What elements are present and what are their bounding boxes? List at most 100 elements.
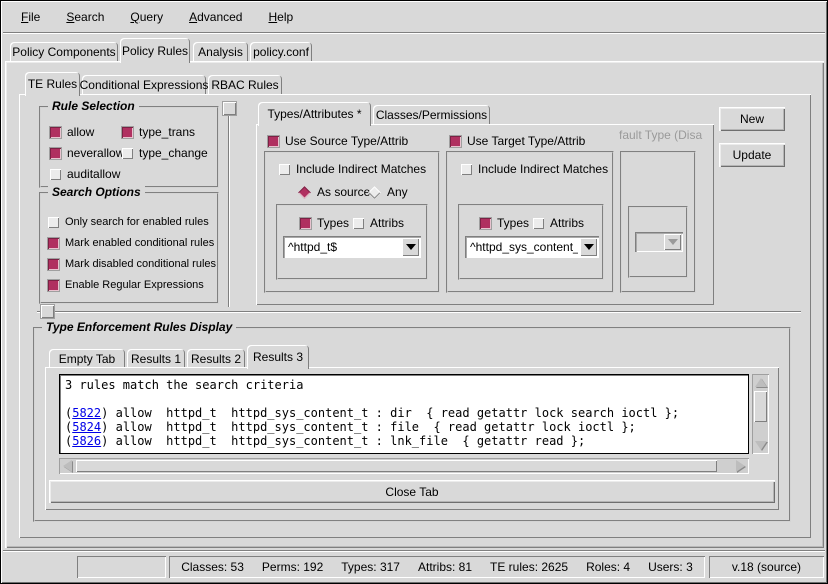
menu-query[interactable]: Query: [130, 10, 163, 24]
results-pane: 3 rules match the search criteria (5822)…: [45, 367, 779, 510]
checkbox-source-types[interactable]: Types: [300, 216, 349, 230]
tab-label: Classes/Permissions: [376, 108, 487, 122]
checkbox-indicator: [48, 259, 59, 270]
checkbox-label: Only search for enabled rules: [65, 216, 209, 228]
target-type-combobox[interactable]: ^httpd_sys_content_t$: [465, 236, 599, 258]
results-tab-results-1[interactable]: Results 1: [127, 349, 185, 369]
stat-users: Users: 3: [648, 560, 693, 574]
checkbox-source-attribs[interactable]: Attribs: [353, 216, 404, 230]
tab-label: Analysis: [198, 45, 243, 59]
rule-link-5826[interactable]: 5826: [72, 434, 101, 448]
checkbox-indicator: [50, 127, 61, 138]
vertical-sash[interactable]: [228, 104, 230, 307]
tab-label: Policy Rules: [122, 44, 188, 58]
rule-text: ) allow httpd_t httpd_sys_content_t : fi…: [101, 420, 636, 434]
checkbox-mark-disabled-conditional[interactable]: Mark disabled conditional rules: [48, 258, 216, 270]
update-button[interactable]: Update: [719, 143, 785, 167]
default-type-inner-frame: [628, 206, 688, 278]
checkbox-mark-enabled-conditional[interactable]: Mark enabled conditional rules: [48, 237, 214, 249]
scrollbar-thumb[interactable]: [754, 391, 767, 422]
status-field-version: v.18 (source): [709, 556, 824, 578]
checkbox-use-target-type[interactable]: Use Target Type/Attrib: [450, 134, 585, 148]
menu-help[interactable]: Help: [268, 10, 293, 24]
status-field-stats: Classes: 53 Perms: 192 Types: 317 Attrib…: [169, 556, 705, 578]
policy-version: v.18 (source): [732, 560, 801, 574]
tab-classes-permissions[interactable]: Classes/Permissions: [373, 105, 490, 124]
te-rules-display-group: Type Enforcement Rules Display Empty Tab…: [33, 327, 791, 522]
tab-types-attributes[interactable]: Types/Attributes *: [258, 102, 371, 126]
close-tab-button[interactable]: Close Tab: [49, 480, 775, 503]
tab-policy-rules[interactable]: Policy Rules: [120, 38, 190, 63]
rule-line: (5826) allow httpd_t httpd_sys_content_t…: [65, 434, 585, 448]
checkbox-indicator: [122, 127, 133, 138]
tab-rbac-rules[interactable]: RBAC Rules: [208, 75, 282, 94]
radio-any[interactable]: Any: [368, 185, 408, 199]
checkbox-neverallow[interactable]: neverallow: [50, 146, 124, 160]
default-type-combobox: [635, 232, 683, 252]
checkbox-indicator: [122, 148, 133, 159]
chevron-down-icon: [668, 239, 678, 245]
button-label: New: [740, 112, 764, 126]
radio-as-source[interactable]: As source: [298, 185, 370, 199]
scroll-left-button[interactable]: [60, 458, 75, 473]
checkbox-label: Use Source Type/Attrib: [285, 134, 408, 148]
combobox-dropdown-button[interactable]: [580, 238, 597, 256]
arrow-up-icon: [755, 378, 767, 387]
tab-policy-conf[interactable]: policy.conf: [250, 42, 312, 62]
te-rules-pane: Rule Selection allow type_trans neverall…: [19, 94, 811, 538]
menu-separator: [3, 32, 825, 34]
default-type-frame: [620, 151, 696, 293]
combobox-dropdown-button[interactable]: [402, 238, 419, 256]
search-options-group: Search Options Only search for enabled r…: [39, 192, 219, 304]
tab-label: Policy Components: [12, 45, 115, 59]
checkbox-type-trans[interactable]: type_trans: [122, 125, 195, 139]
tab-label: Conditional Expressions: [80, 78, 209, 92]
checkbox-type-change[interactable]: type_change: [122, 146, 208, 160]
checkbox-target-indirect[interactable]: Include Indirect Matches: [461, 162, 608, 176]
menu-file[interactable]: File: [21, 10, 40, 24]
results-tab-empty-tab[interactable]: Empty Tab: [49, 349, 125, 369]
checkbox-enable-regex[interactable]: Enable Regular Expressions: [48, 279, 204, 291]
checkbox-only-enabled-rules[interactable]: Only search for enabled rules: [48, 216, 209, 228]
rule-text: ) allow httpd_t httpd_sys_content_t : ln…: [101, 434, 585, 448]
group-title: Search Options: [48, 185, 145, 199]
tab-label: Empty Tab: [59, 352, 115, 366]
horizontal-sash-handle[interactable]: [41, 305, 54, 318]
stat-attribs: Attribs: 81: [418, 560, 472, 574]
results-text-area[interactable]: 3 rules match the search criteria (5822)…: [59, 374, 749, 454]
target-type-frame: Include Indirect Matches Types Attribs ^…: [446, 151, 614, 293]
vertical-sash-handle[interactable]: [223, 102, 236, 115]
results-vertical-scrollbar[interactable]: [752, 374, 769, 454]
tab-policy-components[interactable]: Policy Components: [10, 42, 118, 62]
results-tab-results-3[interactable]: Results 3: [247, 345, 309, 369]
chevron-down-icon: [584, 244, 594, 250]
menu-search[interactable]: Search: [66, 10, 104, 24]
checkbox-auditallow[interactable]: auditallow: [50, 167, 120, 181]
tab-analysis[interactable]: Analysis: [193, 42, 248, 62]
scroll-right-button[interactable]: [733, 458, 748, 473]
results-tab-results-2[interactable]: Results 2: [187, 349, 245, 369]
menu-advanced[interactable]: Advanced: [189, 10, 242, 24]
horizontal-sash[interactable]: [37, 311, 801, 313]
scroll-down-button[interactable]: [753, 438, 768, 453]
scrollbar-thumb[interactable]: [76, 460, 717, 472]
checkbox-target-types[interactable]: Types: [480, 216, 529, 230]
source-type-frame: Include Indirect Matches As source Any T…: [264, 151, 440, 293]
checkbox-use-source-type[interactable]: Use Source Type/Attrib: [268, 134, 408, 148]
combobox-dropdown-button: [664, 234, 681, 250]
checkbox-source-indirect[interactable]: Include Indirect Matches: [279, 162, 426, 176]
results-horizontal-scrollbar[interactable]: [59, 458, 749, 474]
checkbox-label: allow: [67, 125, 94, 139]
new-button[interactable]: New: [719, 107, 785, 131]
rule-link-5822[interactable]: 5822: [72, 406, 101, 420]
scroll-up-button[interactable]: [753, 375, 768, 390]
policy-stats: Classes: 53 Perms: 192 Types: 317 Attrib…: [181, 560, 693, 574]
tab-te-rules[interactable]: TE Rules: [25, 72, 80, 96]
tab-conditional-expressions[interactable]: Conditional Expressions: [82, 75, 206, 94]
source-type-combobox[interactable]: ^httpd_t$: [283, 236, 421, 258]
checkbox-target-attribs[interactable]: Attribs: [533, 216, 584, 230]
checkbox-allow[interactable]: allow: [50, 125, 94, 139]
rule-link-5824[interactable]: 5824: [72, 420, 101, 434]
stat-types: Types: 317: [341, 560, 400, 574]
arrow-left-icon: [63, 460, 72, 472]
